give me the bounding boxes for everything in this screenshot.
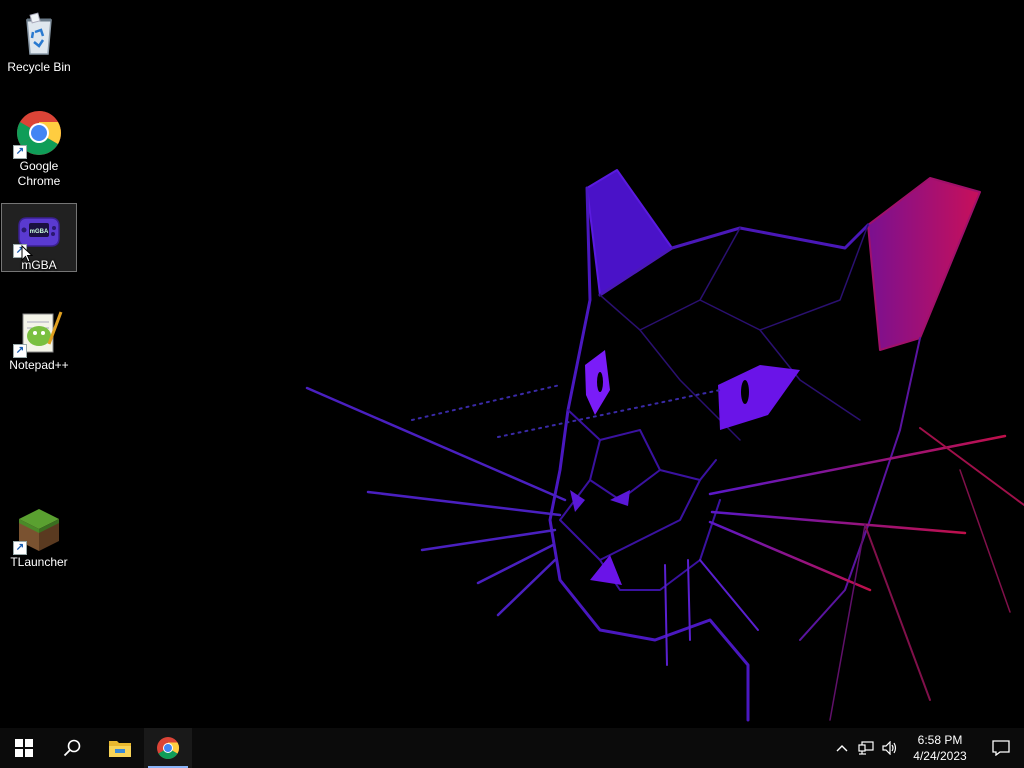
shortcut-arrow-icon: ↗ [13,145,27,159]
notepad-plus-plus-icon: ↗ [13,308,63,358]
desktop-icon-label: Notepad++ [9,358,69,372]
taskbar-app-google-chrome[interactable] [144,728,192,768]
windows-start-icon [15,739,33,757]
taskbar-app-file-explorer[interactable] [96,728,144,768]
desktop-icon-label: Google Chrome [17,159,61,188]
clock-time: 6:58 PM [917,733,963,747]
desktop-icon-label: mGBA [21,258,57,272]
system-tray: 6:58 PM 4/24/2023 [830,728,1024,768]
search-icon [63,739,81,757]
clock-date: 4/24/2023 [913,749,967,763]
shortcut-arrow-icon: ↗ [13,541,27,555]
network-icon [858,741,874,755]
clock[interactable]: 6:58 PM 4/24/2023 [902,732,978,764]
mouse-cursor-icon [21,245,33,263]
chrome-icon [157,737,179,759]
desktop-icon-recycle-bin[interactable]: Recycle Bin [1,5,77,79]
show-hidden-icons-button[interactable] [830,728,854,768]
desktop-icon-google-chrome[interactable]: ↗ Google Chrome [1,104,77,193]
desktop-icon-label: TLauncher [10,555,68,569]
volume-icon [882,741,897,755]
search-button[interactable] [48,728,96,768]
desktop-icon-notepad-plus-plus[interactable]: ↗ Notepad++ [1,303,77,377]
desktop-icon-label: Recycle Bin [7,60,71,74]
action-center-button[interactable] [978,728,1024,768]
wallpaper [305,169,1024,722]
volume-button[interactable] [878,728,902,768]
chrome-icon: ↗ [13,109,63,159]
desktop-icon-mgba[interactable]: mGBA ↗ mGBA [1,203,77,272]
start-button[interactable] [0,728,48,768]
tlauncher-icon: ↗ [13,505,63,555]
recycle-bin-icon [15,10,63,58]
network-button[interactable] [854,728,878,768]
taskbar: 6:58 PM 4/24/2023 [0,728,1024,768]
desktop-icon-tlauncher[interactable]: ↗ TLauncher [1,500,77,574]
file-explorer-icon [109,741,131,757]
action-center-icon [992,740,1010,756]
shortcut-arrow-icon: ↗ [13,344,27,358]
svg-text:mGBA: mGBA [30,229,49,235]
chevron-up-icon [836,745,848,752]
